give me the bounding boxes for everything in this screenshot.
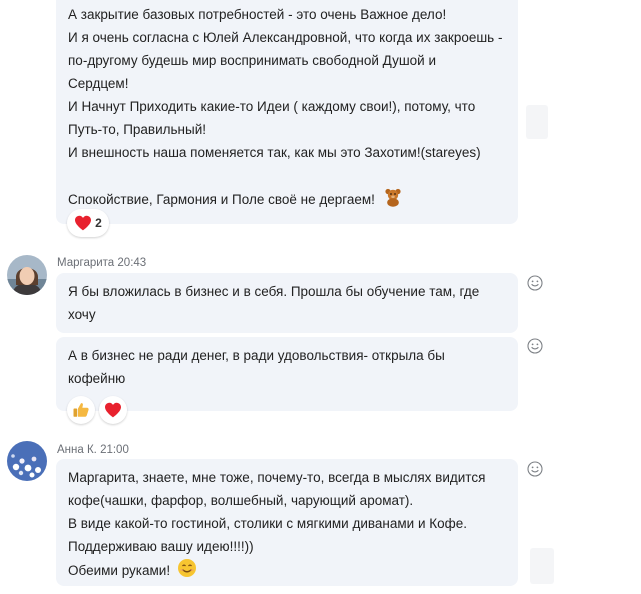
message-text-line: А в бизнес не ради денег, в ради удоволь…: [68, 348, 445, 363]
message-time: 21:00: [100, 444, 129, 456]
message-text-line: Поддерживаю вашу идею!!!!)): [68, 539, 254, 554]
message-text-line: Обеими руками!: [68, 558, 485, 585]
message-text-line: Спокойствие, Гармония и Поле своё не дер…: [68, 187, 502, 214]
message-text-line: И Начнут Приходить какие-то Идеи ( каждо…: [68, 99, 476, 114]
teddy-bear-emoji: [383, 187, 403, 214]
message-text-line: И я очень согласна с Юлей Александровной…: [68, 30, 503, 45]
message-text-line: В виде какой-то гостиной, столики с мягк…: [68, 516, 467, 531]
message-text-line: кофе(чашки, фарфор, волшебный, чарующий …: [68, 493, 414, 508]
message-time: 20:43: [117, 257, 147, 269]
reaction-count: 2: [95, 216, 102, 230]
scroll-ghost-top: [526, 105, 548, 139]
message-text-line: Я бы вложилась в бизнес и в себя. Прошла…: [68, 284, 480, 299]
sender-name[interactable]: Анна К.: [57, 444, 97, 456]
avatar-anna[interactable]: [7, 441, 47, 481]
message-text-line: кофейню: [68, 371, 126, 386]
message-text-line: Маргарита, знаете, мне тоже, почему-то, …: [68, 470, 486, 485]
thumbs-up-icon: [73, 403, 89, 417]
message-text-line: А закрытие базовых потребностей - это оч…: [68, 7, 447, 22]
message-text-line: И внешность наша поменяется так, как мы …: [68, 145, 481, 160]
message-reactions: [67, 396, 127, 424]
add-reaction-icon[interactable]: [526, 337, 544, 355]
message-text-line: Путь-то, Правильный!: [68, 122, 206, 137]
sender-name[interactable]: Маргарита: [57, 257, 114, 269]
thumbs-up-reaction[interactable]: [67, 396, 95, 424]
message-text-blank-line: [68, 164, 502, 187]
heart-icon: [75, 215, 92, 231]
smiling-face-emoji: [177, 558, 197, 585]
heart-reaction[interactable]: 2: [67, 209, 109, 237]
message-bubble[interactable]: Я бы вложилась в бизнес и в себя. Прошла…: [56, 273, 518, 333]
message-bubble[interactable]: Маргарита, знаете, мне тоже, почему-то, …: [56, 459, 518, 586]
heart-reaction[interactable]: [99, 396, 127, 424]
message-reactions: 2: [67, 209, 109, 237]
add-reaction-icon[interactable]: [526, 274, 544, 292]
message-text-line: хочу: [68, 307, 96, 322]
message-text-line: Сердцем!: [68, 76, 129, 91]
message-text-line: по-другому будешь мир воспринимать свобо…: [68, 53, 436, 68]
heart-icon: [105, 402, 121, 418]
message-sender: Маргарита 20:43: [57, 257, 146, 269]
add-reaction-icon[interactable]: [526, 460, 544, 478]
message-bubble[interactable]: А закрытие базовых потребностей - это оч…: [56, 0, 518, 224]
message-text: Спокойствие, Гармония и Поле своё не дер…: [68, 192, 375, 208]
avatar-margarita[interactable]: [7, 255, 47, 295]
message-text: Обеими руками!: [68, 563, 171, 579]
message-sender: Анна К. 21:00: [57, 444, 129, 456]
scroll-ghost-bottom: [530, 548, 554, 584]
